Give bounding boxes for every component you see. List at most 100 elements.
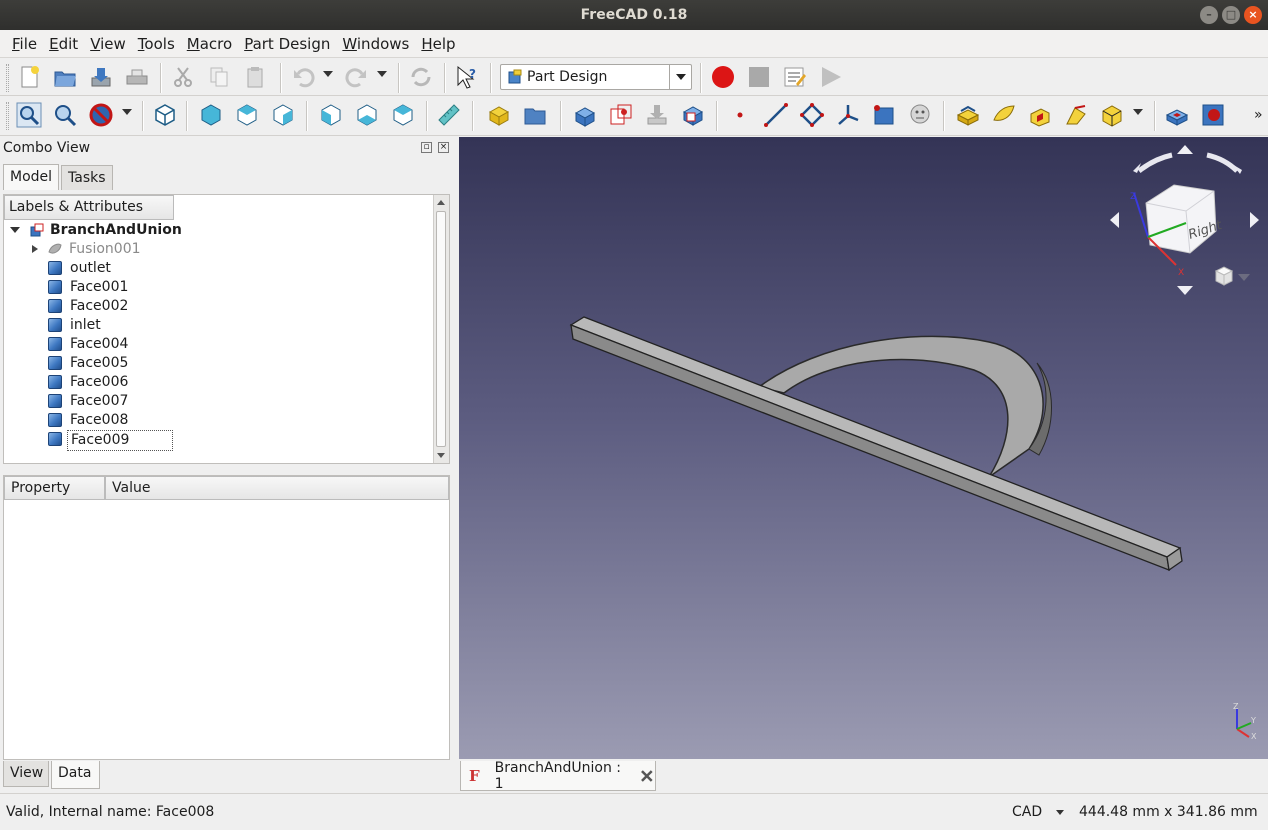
menu-file[interactable]: File — [6, 30, 43, 58]
view-cube-icon[interactable]: Right — [1145, 184, 1225, 254]
nav-right-arrow-icon[interactable] — [1250, 212, 1259, 228]
tree-item-face005[interactable]: Face005 — [48, 354, 248, 373]
tree-column-header[interactable]: Labels & Attributes — [4, 195, 174, 220]
menu-part-design[interactable]: Part Design — [238, 30, 336, 58]
tree-item-face007[interactable]: Face007 — [48, 392, 248, 411]
macro-edit-icon[interactable] — [782, 64, 808, 90]
create-body-icon[interactable] — [572, 102, 598, 128]
tab-view[interactable]: View — [3, 761, 49, 787]
tree-item-face004[interactable]: Face004 — [48, 335, 248, 354]
menu-help[interactable]: Help — [415, 30, 461, 58]
navigation-cube[interactable]: Right Z X — [1104, 141, 1264, 301]
view-bottom-icon[interactable] — [354, 102, 380, 128]
redo-icon[interactable] — [344, 64, 370, 90]
navigation-style-dropdown-icon[interactable] — [1056, 810, 1064, 815]
print-icon[interactable] — [124, 64, 150, 90]
new-document-icon[interactable] — [16, 64, 42, 90]
close-tab-icon[interactable] — [639, 768, 655, 784]
additive-pipe-icon[interactable] — [1063, 102, 1089, 128]
hole-icon[interactable] — [1200, 102, 1226, 128]
draw-style-icon[interactable] — [88, 102, 114, 128]
workbench-selector[interactable]: Part Design — [500, 64, 692, 90]
sub-shape-binder-icon[interactable] — [871, 102, 897, 128]
scrollbar-thumb[interactable] — [436, 211, 446, 447]
tab-data[interactable]: Data — [51, 761, 100, 789]
menu-tools[interactable]: Tools — [132, 30, 181, 58]
macro-stop-icon[interactable] — [746, 64, 772, 90]
pad-icon[interactable] — [955, 102, 981, 128]
tree-item-face006[interactable]: Face006 — [48, 373, 248, 392]
toolbar-grip[interactable] — [6, 64, 9, 92]
tree-item-fusion[interactable]: Fusion001 — [32, 240, 232, 259]
datum-plane-icon[interactable] — [799, 102, 825, 128]
fit-all-icon[interactable] — [16, 102, 42, 128]
additive-primitive-icon[interactable] — [1099, 102, 1125, 128]
float-panel-icon[interactable]: ▫ — [421, 142, 432, 153]
minimize-button[interactable]: – — [1200, 6, 1218, 24]
close-window-button[interactable]: × — [1244, 6, 1262, 24]
nav-left-arrow-icon[interactable] — [1110, 212, 1119, 228]
tree-item-face008[interactable]: Face008 — [48, 411, 248, 430]
draw-style-dropdown-icon[interactable] — [122, 109, 132, 115]
nav-up-arrow-icon[interactable] — [1177, 145, 1193, 154]
toolbar-overflow-icon[interactable]: » — [1254, 107, 1263, 123]
menu-edit[interactable]: Edit — [43, 30, 84, 58]
3d-viewport[interactable]: Right Z X Z X Y — [459, 137, 1268, 759]
collapse-arrow-icon[interactable] — [10, 227, 20, 233]
tree-item-inlet[interactable]: inlet — [48, 316, 248, 335]
create-sketch-icon[interactable] — [608, 102, 634, 128]
datum-line-icon[interactable] — [763, 102, 789, 128]
toolbar-grip[interactable] — [6, 102, 9, 130]
measure-distance-icon[interactable] — [436, 102, 462, 128]
copy-icon[interactable] — [206, 64, 232, 90]
scroll-down-icon[interactable] — [437, 453, 445, 458]
view-right-icon[interactable] — [270, 102, 296, 128]
tab-tasks[interactable]: Tasks — [61, 165, 113, 190]
menu-windows[interactable]: Windows — [336, 30, 415, 58]
validate-sketch-icon[interactable] — [644, 102, 670, 128]
property-column-header[interactable]: Property — [4, 476, 105, 500]
undo-dropdown-icon[interactable] — [323, 71, 333, 77]
view-rear-icon[interactable] — [318, 102, 344, 128]
revolution-icon[interactable] — [991, 102, 1017, 128]
redo-dropdown-icon[interactable] — [377, 71, 387, 77]
cut-icon[interactable] — [170, 64, 196, 90]
additive-loft-icon[interactable] — [1027, 102, 1053, 128]
rotate-left-arrow-icon[interactable] — [1137, 152, 1173, 173]
macro-record-icon[interactable] — [710, 64, 736, 90]
property-editor[interactable]: Property Value — [3, 475, 450, 760]
macro-run-icon[interactable] — [818, 64, 844, 90]
fit-selection-icon[interactable] — [52, 102, 78, 128]
view-left-icon[interactable] — [390, 102, 416, 128]
maximize-button[interactable]: □ — [1222, 6, 1240, 24]
datum-point-icon[interactable] — [727, 102, 753, 128]
document-tab[interactable]: F BranchAndUnion : 1 — [460, 760, 656, 792]
view-menu-icon[interactable] — [1214, 266, 1250, 286]
view-isometric-icon[interactable] — [152, 102, 178, 128]
workbench-dropdown-icon[interactable] — [669, 65, 691, 89]
menu-view[interactable]: View — [84, 30, 132, 58]
paste-icon[interactable] — [242, 64, 268, 90]
shape-binder-icon[interactable] — [680, 102, 706, 128]
view-top-icon[interactable] — [234, 102, 260, 128]
view-front-icon[interactable] — [198, 102, 224, 128]
tree-root[interactable]: BranchAndUnion — [10, 221, 210, 240]
scroll-up-icon[interactable] — [437, 200, 445, 205]
primitive-dropdown-icon[interactable] — [1133, 109, 1143, 115]
refresh-icon[interactable] — [408, 64, 434, 90]
tree-item-outlet[interactable]: outlet — [48, 259, 248, 278]
create-group-icon[interactable] — [522, 102, 548, 128]
nav-down-arrow-icon[interactable] — [1177, 286, 1193, 295]
tree-item-face001[interactable]: Face001 — [48, 278, 248, 297]
close-panel-icon[interactable]: × — [438, 142, 449, 153]
undo-icon[interactable] — [290, 64, 316, 90]
create-part-icon[interactable] — [486, 102, 512, 128]
model-tree[interactable]: Labels & Attributes BranchAndUnion Fusio… — [3, 194, 450, 464]
tree-item-face002[interactable]: Face002 — [48, 297, 248, 316]
local-coordinate-system-icon[interactable] — [835, 102, 861, 128]
rotate-right-arrow-icon[interactable] — [1206, 152, 1239, 173]
whats-this-icon[interactable]: ? — [454, 64, 480, 90]
tree-item-face009[interactable]: Face009 — [48, 430, 248, 451]
pocket-icon[interactable] — [1164, 102, 1190, 128]
menu-macro[interactable]: Macro — [181, 30, 238, 58]
